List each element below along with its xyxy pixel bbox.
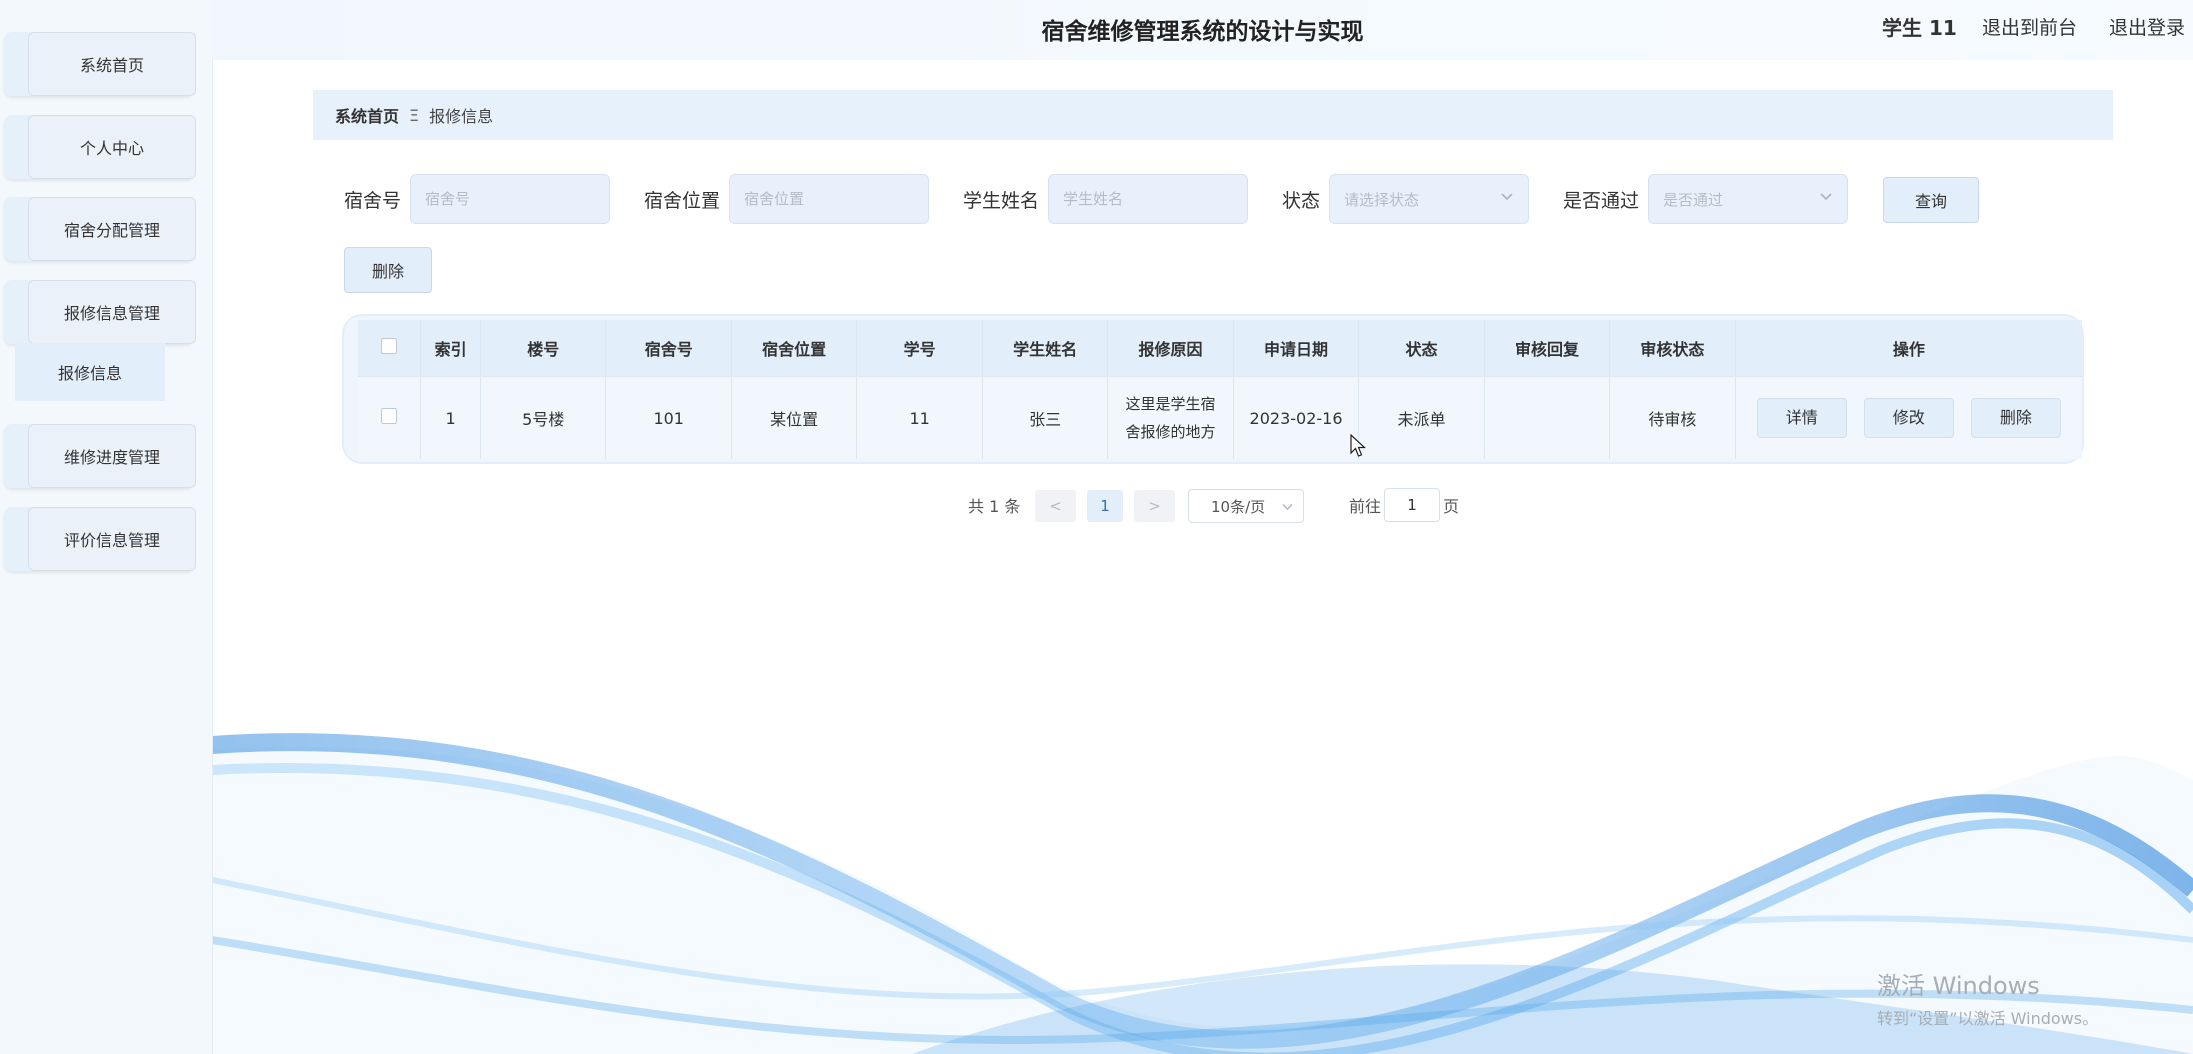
sidebar-item-profile[interactable]: 个人中心 xyxy=(4,115,196,179)
edit-button[interactable]: 修改 xyxy=(1863,398,1954,438)
select-all-cell[interactable] xyxy=(358,320,422,377)
cell-building: 5号楼 xyxy=(480,376,607,459)
goto-page-input[interactable] xyxy=(1384,488,1440,522)
column-header: 审核回复 xyxy=(1484,320,1611,377)
chevron-down-icon xyxy=(1282,504,1293,510)
column-header: 报修原因 xyxy=(1107,320,1234,377)
prev-page-button[interactable]: < xyxy=(1035,490,1076,522)
cell-reason: 这里是学生宿 舍报修的地方 xyxy=(1107,376,1234,459)
detail-button[interactable]: 详情 xyxy=(1756,398,1847,438)
cell-index: 1 xyxy=(420,376,482,459)
delete-button[interactable]: 删除 xyxy=(1970,398,2061,438)
sidebar-item-label: 评价信息管理 xyxy=(28,507,196,571)
exit-to-front-link[interactable]: 退出到前台 xyxy=(1982,13,2077,40)
batch-delete-button[interactable]: 删除 xyxy=(344,247,432,293)
status-label: 状态 xyxy=(1282,190,1321,212)
query-button[interactable]: 查询 xyxy=(1883,177,1979,223)
current-user: 学生 11 xyxy=(1882,16,1957,40)
breadcrumb-separator: Ξ xyxy=(409,105,420,125)
column-header: 申请日期 xyxy=(1233,320,1360,377)
sidebar-item-label: 宿舍分配管理 xyxy=(28,197,196,261)
sidebar-item-repair-progress[interactable]: 维修进度管理 xyxy=(4,424,196,488)
breadcrumb-home[interactable]: 系统首页 xyxy=(335,103,399,127)
cell-actions: 详情 修改 删除 xyxy=(1735,376,2082,459)
column-header: 操作 xyxy=(1735,320,2082,377)
cell-apply-date: 2023-02-16 xyxy=(1233,376,1360,459)
status-select-placeholder: 请选择状态 xyxy=(1344,190,1420,209)
breadcrumb-current: 报修信息 xyxy=(429,107,494,126)
chevron-down-icon xyxy=(1820,193,1832,201)
cell-review-reply xyxy=(1484,376,1611,459)
cell-student-name: 张三 xyxy=(982,376,1109,459)
watermark-line1: 激活 Windows xyxy=(1877,972,2040,1000)
table-row: 1 5号楼 101 某位置 11 张三 这里是学生宿 舍报修的地方 2023-0… xyxy=(358,376,2082,459)
dorm-no-input[interactable] xyxy=(410,174,610,224)
sidebar-item-label: 个人中心 xyxy=(28,115,196,179)
dorm-location-input[interactable] xyxy=(729,174,929,224)
column-header: 审核状态 xyxy=(1609,320,1736,377)
approved-label: 是否通过 xyxy=(1563,190,1640,212)
table-header-row: 索引 楼号 宿舍号 宿舍位置 学号 学生姓名 报修原因 申请日期 状态 审核回复… xyxy=(358,320,2082,377)
status-select[interactable]: 请选择状态 xyxy=(1329,174,1529,224)
column-header: 宿舍位置 xyxy=(731,320,858,377)
cell-dorm-no: 101 xyxy=(605,376,732,459)
sidebar: 系统首页 个人中心 宿舍分配管理 报修信息管理 报修信息 维修进度管理 评价信息… xyxy=(0,0,212,1054)
goto-label: 前往 xyxy=(1349,497,1382,516)
sidebar-item-label: 维修进度管理 xyxy=(28,424,196,488)
sidebar-item-evaluation[interactable]: 评价信息管理 xyxy=(4,507,196,571)
pagination-total: 共 1 条 xyxy=(968,497,1021,516)
page-suffix: 页 xyxy=(1443,497,1460,516)
repair-info-table: 索引 楼号 宿舍号 宿舍位置 学号 学生姓名 报修原因 申请日期 状态 审核回复… xyxy=(344,316,2082,462)
page-size-value: 10条/页 xyxy=(1211,497,1266,516)
logout-link[interactable]: 退出登录 xyxy=(2109,13,2185,40)
top-header: 宿舍维修管理系统的设计与实现 学生 11 退出到前台 退出登录 xyxy=(212,0,2193,60)
column-header: 学号 xyxy=(856,320,983,377)
dorm-no-label: 宿舍号 xyxy=(344,190,402,212)
student-name-label: 学生姓名 xyxy=(963,190,1040,212)
sidebar-item-dorm-allocation[interactable]: 宿舍分配管理 xyxy=(4,197,196,261)
row-select-cell[interactable] xyxy=(358,376,422,459)
cell-review-status: 待审核 xyxy=(1609,376,1736,459)
cell-student-no: 11 xyxy=(856,376,983,459)
column-header: 索引 xyxy=(420,320,482,377)
watermark-line2: 转到“设置”以激活 Windows。 xyxy=(1877,1009,2099,1028)
breadcrumb: 系统首页 Ξ 报修信息 xyxy=(313,90,2113,140)
sidebar-item-label: 报修信息管理 xyxy=(28,280,196,344)
reason-line: 舍报修的地方 xyxy=(1125,423,1216,441)
column-header: 楼号 xyxy=(480,320,607,377)
approved-select[interactable]: 是否通过 xyxy=(1648,174,1848,224)
cell-status: 未派单 xyxy=(1358,376,1485,459)
windows-activation-watermark: 激活 Windows 转到“设置”以激活 Windows。 xyxy=(1877,966,2098,1029)
column-header: 学生姓名 xyxy=(982,320,1109,377)
student-name-input[interactable] xyxy=(1048,174,1248,224)
chevron-down-icon xyxy=(1501,193,1513,201)
reason-line: 这里是学生宿 xyxy=(1125,395,1216,413)
approved-select-placeholder: 是否通过 xyxy=(1663,190,1724,209)
select-all-checkbox[interactable] xyxy=(381,338,398,354)
sidebar-item-home[interactable]: 系统首页 xyxy=(4,32,196,96)
sidebar-item-label: 系统首页 xyxy=(28,32,196,96)
sidebar-subitem-repair-info[interactable]: 报修信息 xyxy=(15,343,165,401)
column-header: 宿舍号 xyxy=(605,320,732,377)
mouse-cursor-icon xyxy=(1350,434,1366,457)
cell-location: 某位置 xyxy=(731,376,858,459)
row-checkbox[interactable] xyxy=(381,408,398,424)
page-size-select[interactable]: 10条/页 xyxy=(1188,489,1304,523)
column-header: 状态 xyxy=(1358,320,1485,377)
sidebar-item-repair-management[interactable]: 报修信息管理 xyxy=(4,280,196,344)
dorm-location-label: 宿舍位置 xyxy=(644,190,721,212)
next-page-button[interactable]: > xyxy=(1134,490,1175,522)
page-number-current[interactable]: 1 xyxy=(1087,490,1123,522)
